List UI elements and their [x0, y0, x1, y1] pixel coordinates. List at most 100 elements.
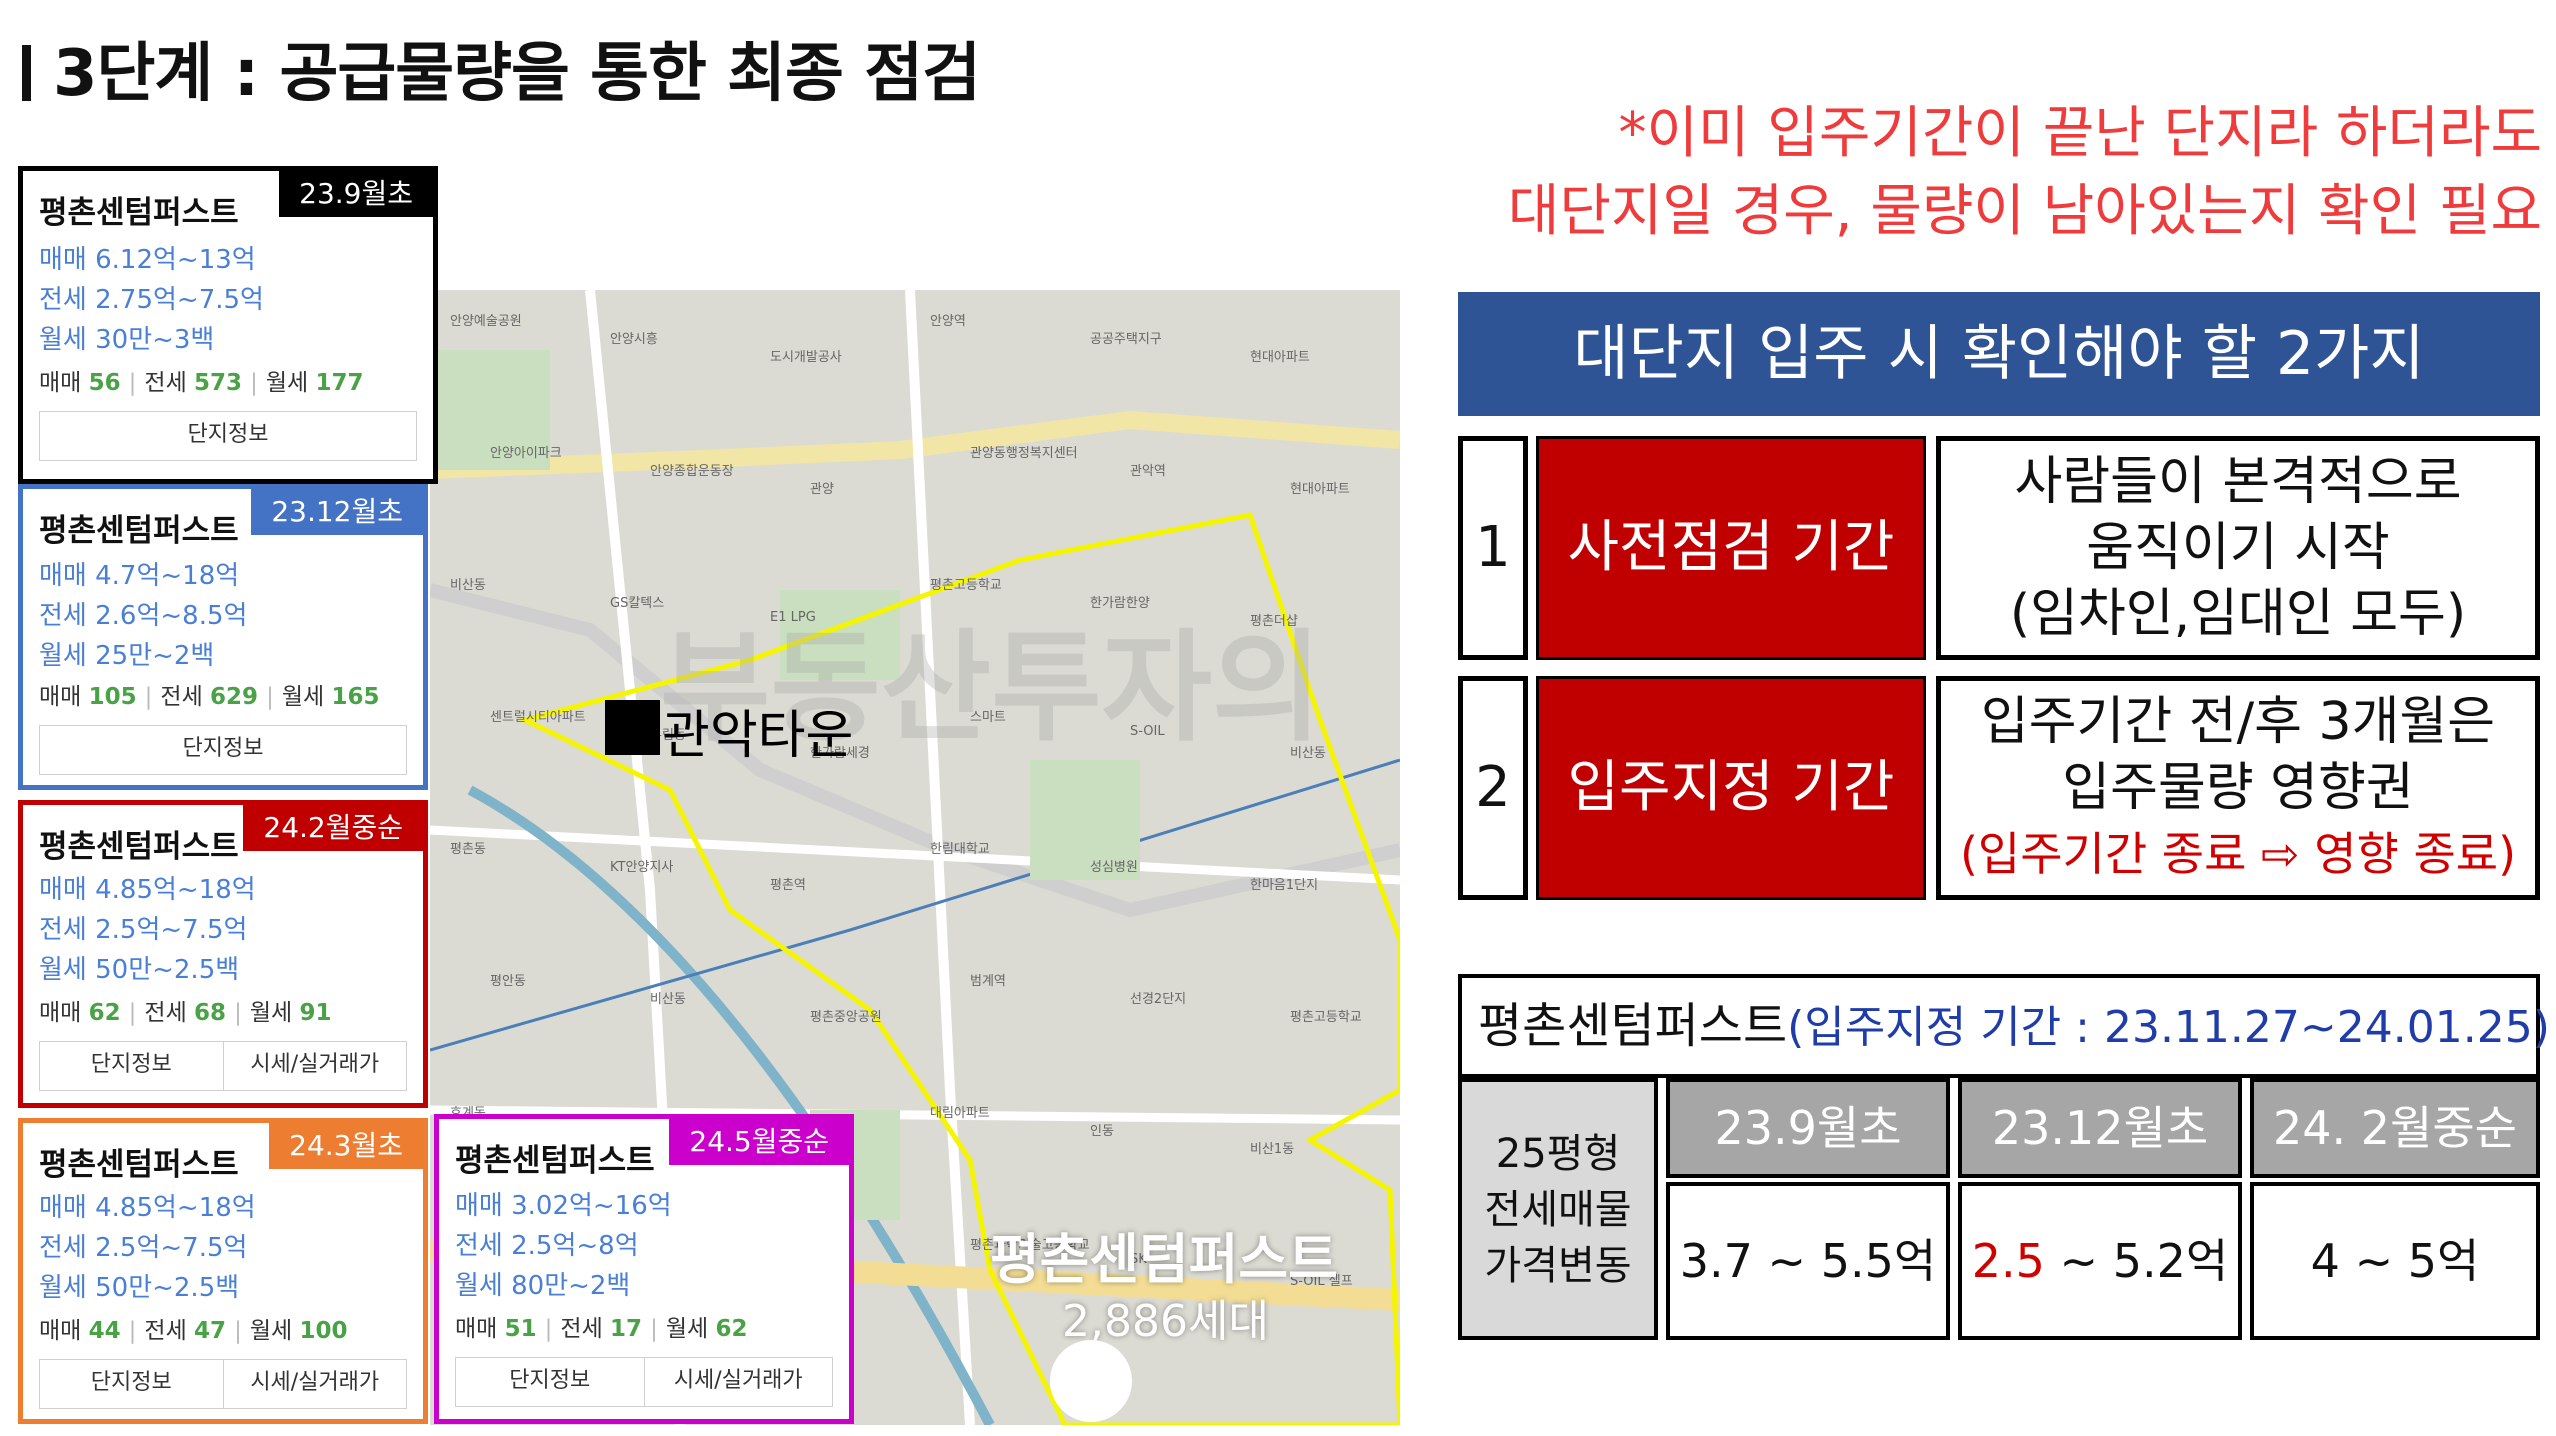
map-place-label: 안양종합운동장 — [650, 464, 734, 479]
card-name: 평촌센텀퍼스트 — [39, 829, 239, 865]
card-date-tag: 23.9월초 — [279, 171, 433, 217]
row-desc-1-line2: 움직이기 시작 — [2086, 518, 2390, 578]
row-desc-2-line1: 입주기간 전/후 3개월은 — [1980, 692, 2496, 752]
listing-card-4[interactable]: 평촌센텀퍼스트 24.3월초 매매 4.85억~18억 전세 2.5억~7.5억… — [18, 1118, 428, 1424]
price-col-header-3: 24. 2월중순 — [2250, 1078, 2540, 1178]
map-place-label: 관악역 — [1130, 464, 1166, 479]
listing-card-2[interactable]: 평촌센텀퍼스트 23.12월초 매매 4.7억~18억 전세 2.6억~8.5억… — [18, 484, 428, 790]
price-history-button[interactable]: 시세/실거래가 — [222, 1042, 407, 1090]
card-buttons: 단지정보 시세/실거래가 — [39, 1041, 407, 1091]
complex-label: 평촌센텀퍼스트 — [990, 1228, 1338, 1291]
map-place-label: 안양아이파크 — [490, 446, 562, 461]
card-monthly-price: 월세 30만~3백 — [39, 325, 215, 355]
card-jeonse-price: 전세 2.75억~7.5억 — [39, 285, 264, 315]
price-table-period: (입주지정 기간 : 23.11.27~24.01.25) — [1787, 1002, 2550, 1053]
card-monthly-price: 월세 50만~2.5백 — [39, 955, 240, 985]
price-history-button[interactable]: 시세/실거래가 — [643, 1358, 833, 1406]
card-jeonse-price: 전세 2.5억~8억 — [455, 1231, 639, 1261]
map-place-label: 안양역 — [930, 314, 966, 329]
row-label-2: 입주지정 기간 — [1536, 676, 1926, 900]
price-col-header-1: 23.9월초 — [1666, 1078, 1950, 1178]
card-monthly-price: 월세 50만~2.5백 — [39, 1273, 240, 1303]
card-jeonse-price: 전세 2.5억~7.5억 — [39, 915, 248, 945]
card-monthly-price: 월세 80만~2백 — [455, 1271, 631, 1301]
map-place-label: 평촌동 — [450, 842, 486, 857]
map-place-label: 비산1동 — [1250, 1142, 1295, 1157]
map-place-label: 선경2단지 — [1130, 992, 1187, 1007]
listing-card-1[interactable]: 평촌센텀퍼스트 23.9월초 매매 6.12억~13억 전세 2.75억~7.5… — [18, 166, 438, 484]
map-place-label: 현대아파트 — [1250, 350, 1310, 365]
listing-card-5[interactable]: 평촌센텀퍼스트 24.5월중순 매매 3.02억~16억 전세 2.5억~8억 … — [434, 1114, 854, 1424]
card-jeonse-price: 전세 2.6억~8.5억 — [39, 601, 248, 631]
card-buttons: 단지정보 시세/실거래가 — [39, 1359, 407, 1409]
card-date-tag: 24.3월초 — [269, 1123, 423, 1169]
row-number-2: 2 — [1458, 676, 1528, 900]
town-marker-icon — [605, 700, 660, 755]
complex-info-button[interactable]: 단지정보 — [40, 726, 406, 774]
note-line-1: *이미 입주기간이 끝난 단지라 하더라도 — [1618, 101, 2542, 166]
complex-info-button[interactable]: 단지정보 — [40, 1042, 223, 1090]
complex-info-button[interactable]: 단지정보 — [40, 1360, 223, 1408]
row-number-1: 1 — [1458, 436, 1528, 660]
card-counts: 매매 51 | 전세 17 | 월세 62 — [455, 1316, 748, 1342]
card-buttons: 단지정보 — [39, 411, 417, 461]
map-place-label: 비산동 — [650, 992, 686, 1007]
card-counts: 매매 44 | 전세 47 | 월세 100 — [39, 1318, 348, 1344]
card-counts: 매매 62 | 전세 68 | 월세 91 — [39, 1000, 332, 1026]
map-place-label: 현대아파트 — [1290, 482, 1350, 497]
card-sale-price: 매매 4.85억~18억 — [39, 875, 256, 905]
map-place-label: 범계역 — [970, 974, 1006, 989]
price-table-row-header: 25평형 전세매물 가격변동 — [1458, 1078, 1658, 1340]
map-place-label: 안양시흥 — [610, 332, 658, 347]
row-label-1: 사전점검 기간 — [1536, 436, 1926, 660]
complex-info-button[interactable]: 단지정보 — [40, 412, 416, 460]
map-place-label: 관양 — [810, 482, 834, 497]
map-place-label: 관양동행정복지센터 — [970, 446, 1078, 461]
map-place-label: 비산동 — [450, 578, 486, 593]
row-desc-2-line3: (입주기간 종료 ⇨ 영향 종료) — [1959, 827, 2517, 881]
map-place-label: 도시개발공사 — [770, 350, 842, 365]
map-place-label: 대림아파트 — [930, 1106, 990, 1121]
row-desc-1: 사람들이 본격적으로 움직이기 시작 (임차인,임대인 모두) — [1936, 436, 2540, 660]
checklist-header: 대단지 입주 시 확인해야 할 2가지 — [1458, 292, 2540, 416]
map-place-label: 평촌중앙공원 — [810, 1010, 882, 1025]
map-place-label: 평안동 — [490, 974, 526, 989]
row-header-line1: 25평형 — [1495, 1131, 1621, 1177]
price-history-button[interactable]: 시세/실거래가 — [222, 1360, 407, 1408]
price-table-complex: 평촌센텀퍼스트 — [1478, 998, 1788, 1054]
card-date-tag: 23.12월초 — [251, 489, 423, 535]
price-cell-1: 3.7 ~ 5.5억 — [1666, 1182, 1950, 1340]
card-buttons: 단지정보 시세/실거래가 — [455, 1357, 833, 1407]
card-name: 평촌센텀퍼스트 — [455, 1143, 655, 1179]
card-sale-price: 매매 6.12억~13억 — [39, 245, 256, 275]
row-desc-1-line3: (임차인,임대인 모두) — [2009, 584, 2467, 644]
card-date-tag: 24.5월중순 — [669, 1119, 849, 1165]
map-place-label: 성심병원 — [1090, 860, 1138, 875]
card-sale-price: 매매 4.85억~18억 — [39, 1193, 256, 1223]
map-place-label: 센트럴시티아파트 — [490, 710, 586, 725]
title-bar — [22, 45, 31, 101]
map-place-label: KT안양지사 — [610, 860, 674, 875]
map-place-label: 평촌고등학교 — [1290, 1010, 1362, 1025]
page-title: 3단계 : 공급물량을 통한 최종 점검 — [22, 22, 981, 114]
price-cell-2-low: 2.5 — [1971, 1234, 2045, 1288]
card-counts: 매매 56 | 전세 573 | 월세 177 — [39, 370, 364, 396]
row-desc-1-line1: 사람들이 본격적으로 — [2014, 452, 2462, 512]
card-counts: 매매 105 | 전세 629 | 월세 165 — [39, 684, 380, 710]
price-col-header-2: 23.12월초 — [1958, 1078, 2242, 1178]
card-jeonse-price: 전세 2.5억~7.5억 — [39, 1233, 248, 1263]
map-place-label: 안양예술공원 — [450, 314, 522, 329]
row-header-line3: 가격변동 — [1484, 1243, 1632, 1289]
map-place-label: 공공주택지구 — [1090, 332, 1162, 347]
map-place-label: 한마음1단지 — [1250, 878, 1319, 893]
card-name: 평촌센텀퍼스트 — [39, 513, 239, 549]
card-monthly-price: 월세 25만~2백 — [39, 641, 215, 671]
map-place-label: 인동 — [1090, 1124, 1114, 1139]
complex-info-button[interactable]: 단지정보 — [456, 1358, 644, 1406]
card-sale-price: 매매 3.02억~16억 — [455, 1191, 672, 1221]
price-cell-3: 4 ~ 5억 — [2250, 1182, 2540, 1340]
listing-card-3[interactable]: 평촌센텀퍼스트 24.2월중순 매매 4.85억~18억 전세 2.5억~7.5… — [18, 800, 428, 1108]
complex-marker-icon — [1050, 1340, 1132, 1422]
map-place-label: 평촌역 — [770, 878, 806, 893]
row-header-line2: 전세매물 — [1484, 1187, 1632, 1233]
